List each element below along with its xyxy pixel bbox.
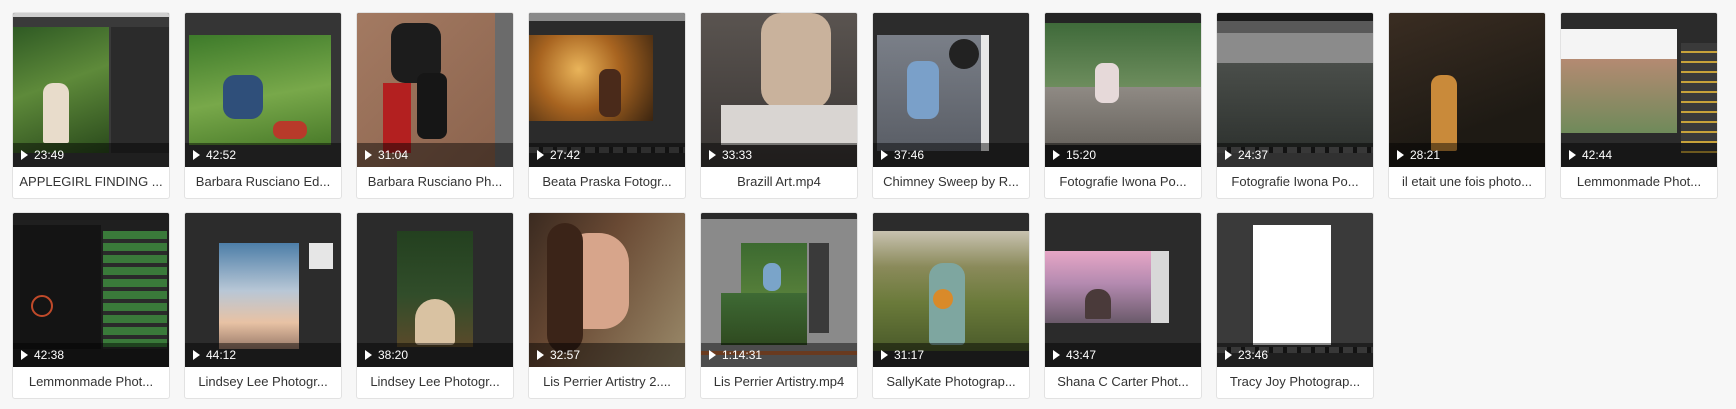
duration-overlay: 37:46 <box>873 143 1029 167</box>
video-card[interactable]: 31:04 Barbara Rusciano Ph... <box>356 12 514 199</box>
video-filename: Barbara Rusciano Ph... <box>367 174 503 189</box>
play-icon <box>1225 150 1232 160</box>
duration-overlay: 15:20 <box>1045 143 1201 167</box>
play-icon <box>193 350 200 360</box>
video-card[interactable]: 24:37 Fotografie Iwona Po... <box>1216 12 1374 199</box>
video-thumbnail[interactable]: 44:12 <box>185 213 341 367</box>
duration-overlay: 23:46 <box>1217 343 1373 367</box>
play-icon <box>709 350 716 360</box>
video-filename: Lindsey Lee Photogr... <box>198 374 328 389</box>
play-icon <box>537 350 544 360</box>
video-filename: Fotografie Iwona Po... <box>1059 174 1187 189</box>
video-thumbnail[interactable]: 28:21 <box>1389 13 1545 167</box>
video-filename: Brazill Art.mp4 <box>737 174 821 189</box>
duration-overlay: 27:42 <box>529 143 685 167</box>
video-thumbnail[interactable]: 24:37 <box>1217 13 1373 167</box>
duration-overlay: 42:38 <box>13 343 169 367</box>
video-thumbnail[interactable]: 38:20 <box>357 213 513 367</box>
duration-overlay: 32:57 <box>529 343 685 367</box>
video-thumbnail[interactable]: 43:47 <box>1045 213 1201 367</box>
video-filename: Tracy Joy Photograp... <box>1229 374 1361 389</box>
video-card[interactable]: 42:44 Lemmonmade Phot... <box>1560 12 1718 199</box>
video-thumbnail[interactable]: 15:20 <box>1045 13 1201 167</box>
duration-overlay: 42:52 <box>185 143 341 167</box>
duration-overlay: 23:49 <box>13 143 169 167</box>
video-filename: Chimney Sweep by R... <box>883 174 1019 189</box>
play-icon <box>193 150 200 160</box>
video-filename: Lis Perrier Artistry 2.... <box>543 374 671 389</box>
play-icon <box>1225 350 1232 360</box>
video-card[interactable]: 23:46 Tracy Joy Photograp... <box>1216 212 1374 399</box>
video-card[interactable]: 28:21 il etait une fois photo... <box>1388 12 1546 199</box>
video-thumbnail[interactable]: 42:52 <box>185 13 341 167</box>
play-icon <box>1053 150 1060 160</box>
video-filename: Lemmonmade Phot... <box>1576 174 1702 189</box>
video-card[interactable]: 15:20 Fotografie Iwona Po... <box>1044 12 1202 199</box>
play-icon <box>21 150 28 160</box>
video-card[interactable]: 44:12 Lindsey Lee Photogr... <box>184 212 342 399</box>
video-thumbnail[interactable]: 1:14:31 <box>701 213 857 367</box>
play-icon <box>365 350 372 360</box>
duration-overlay: 43:47 <box>1045 343 1201 367</box>
play-icon <box>881 150 888 160</box>
video-filename: APPLEGIRL FINDING ... <box>19 174 163 189</box>
video-filename: Lemmonmade Phot... <box>28 374 154 389</box>
video-card[interactable]: 33:33 Brazill Art.mp4 <box>700 12 858 199</box>
duration-overlay: 31:17 <box>873 343 1029 367</box>
video-filename: Lis Perrier Artistry.mp4 <box>713 374 845 389</box>
video-thumbnail[interactable]: 33:33 <box>701 13 857 167</box>
video-card[interactable]: 43:47 Shana C Carter Phot... <box>1044 212 1202 399</box>
duration-overlay: 33:33 <box>701 143 857 167</box>
play-icon <box>1569 150 1576 160</box>
video-thumbnail[interactable]: 31:17 <box>873 213 1029 367</box>
video-filename: Beata Praska Fotogr... <box>542 174 672 189</box>
video-thumbnail[interactable]: 37:46 <box>873 13 1029 167</box>
play-icon <box>537 150 544 160</box>
video-thumbnail[interactable]: 23:49 <box>13 13 169 167</box>
video-card[interactable]: 1:14:31 Lis Perrier Artistry.mp4 <box>700 212 858 399</box>
video-card[interactable]: 38:20 Lindsey Lee Photogr... <box>356 212 514 399</box>
video-thumbnail[interactable]: 32:57 <box>529 213 685 367</box>
video-filename: SallyKate Photograp... <box>886 374 1016 389</box>
video-card[interactable]: 31:17 SallyKate Photograp... <box>872 212 1030 399</box>
play-icon <box>21 350 28 360</box>
duration-overlay: 42:44 <box>1561 143 1717 167</box>
video-thumbnail[interactable]: 27:42 <box>529 13 685 167</box>
play-icon <box>1397 150 1404 160</box>
video-card[interactable]: 42:52 Barbara Rusciano Ed... <box>184 12 342 199</box>
duration-overlay: 28:21 <box>1389 143 1545 167</box>
video-card[interactable]: 32:57 Lis Perrier Artistry 2.... <box>528 212 686 399</box>
video-card[interactable]: 42:38 Lemmonmade Phot... <box>12 212 170 399</box>
duration-overlay: 1:14:31 <box>701 343 857 367</box>
video-card[interactable]: 23:49 APPLEGIRL FINDING ... <box>12 12 170 199</box>
video-card[interactable]: 37:46 Chimney Sweep by R... <box>872 12 1030 199</box>
duration-overlay: 44:12 <box>185 343 341 367</box>
video-thumbnail[interactable]: 23:46 <box>1217 213 1373 367</box>
video-filename: Barbara Rusciano Ed... <box>195 174 331 189</box>
play-icon <box>1053 350 1060 360</box>
duration-overlay: 38:20 <box>357 343 513 367</box>
video-thumbnail[interactable]: 42:44 <box>1561 13 1717 167</box>
video-card[interactable]: 27:42 Beata Praska Fotogr... <box>528 12 686 199</box>
video-filename: Lindsey Lee Photogr... <box>370 374 500 389</box>
play-icon <box>881 350 888 360</box>
play-icon <box>365 150 372 160</box>
video-grid: 23:49 APPLEGIRL FINDING ... 42:52 Barbar… <box>0 0 1736 409</box>
video-filename: Shana C Carter Phot... <box>1057 374 1189 389</box>
play-icon <box>709 150 716 160</box>
duration-overlay: 24:37 <box>1217 143 1373 167</box>
video-thumbnail[interactable]: 31:04 <box>357 13 513 167</box>
video-filename: Fotografie Iwona Po... <box>1231 174 1359 189</box>
video-thumbnail[interactable]: 42:38 <box>13 213 169 367</box>
duration-overlay: 31:04 <box>357 143 513 167</box>
video-filename: il etait une fois photo... <box>1401 174 1533 189</box>
